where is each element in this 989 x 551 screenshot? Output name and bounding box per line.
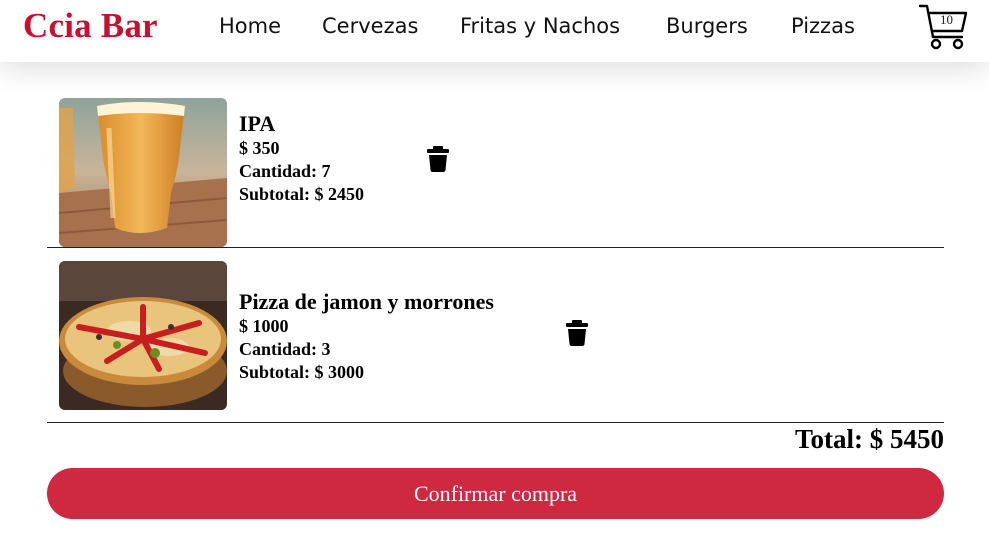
item-image-beer [59, 98, 227, 247]
cart-item: IPA $ 350 Cantidad: 7 Subtotal: $ 2450 [47, 86, 944, 248]
nav-link-fritas-y-nachos[interactable]: Fritas y Nachos [460, 14, 620, 38]
navbar: Ccia Bar Home Cervezas Fritas y Nachos B… [0, 0, 989, 62]
item-image-pizza [59, 261, 227, 410]
cart-icon [918, 4, 968, 50]
cart-count-badge: 10 [940, 12, 953, 27]
delete-item-button[interactable] [566, 320, 588, 346]
delete-item-button[interactable] [427, 146, 449, 172]
item-subtotal: Subtotal: $ 2450 [239, 184, 365, 204]
item-name: IPA [239, 111, 276, 136]
cart-total: Total: $ 5450 [794, 424, 944, 454]
item-subtotal: Subtotal: $ 3000 [239, 362, 365, 382]
nav-links: Home Cervezas Fritas y Nachos Burgers Pi… [0, 0, 989, 62]
nav-link-pizzas[interactable]: Pizzas [791, 14, 855, 38]
item-price: $ 1000 [239, 316, 289, 336]
item-price: $ 350 [239, 138, 280, 158]
nav-link-cervezas[interactable]: Cervezas [322, 14, 418, 38]
item-name: Pizza de jamon y morrones [239, 289, 494, 314]
nav-link-home[interactable]: Home [219, 14, 281, 38]
item-quantity: Cantidad: 7 [239, 161, 331, 181]
item-quantity: Cantidad: 3 [239, 339, 331, 359]
confirm-purchase-button[interactable]: Confirmar compra [47, 468, 944, 519]
item-info: Pizza de jamon y morrones $ 1000 Cantida… [239, 289, 494, 384]
trash-icon [566, 320, 588, 346]
trash-icon [427, 146, 449, 172]
nav-link-burgers[interactable]: Burgers [666, 14, 748, 38]
item-info: IPA $ 350 Cantidad: 7 Subtotal: $ 2450 [239, 111, 364, 206]
cart-button[interactable]: 10 [918, 3, 970, 53]
cart-item: Pizza de jamon y morrones $ 1000 Cantida… [47, 261, 944, 423]
